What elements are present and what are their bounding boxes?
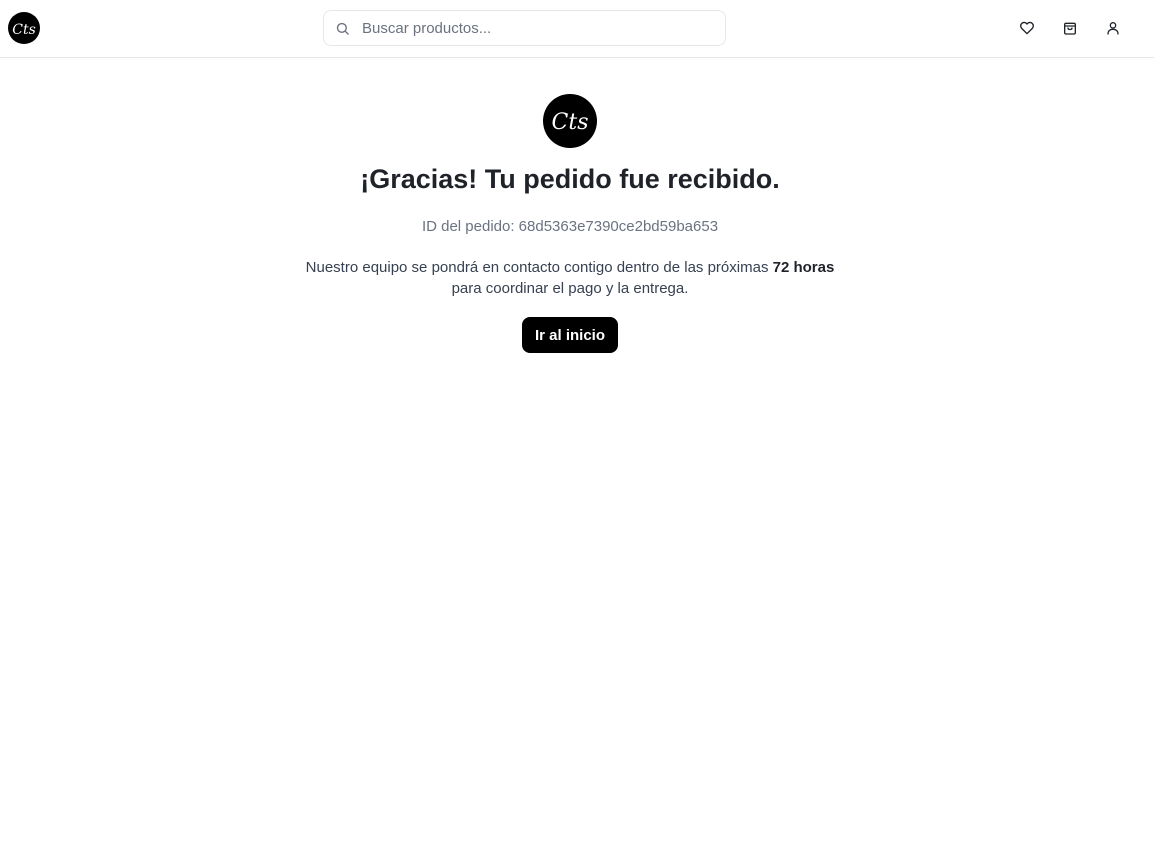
shopping-bag-icon (1064, 22, 1076, 35)
message-highlight: 72 horas (772, 259, 835, 276)
cart-button[interactable] (1059, 17, 1081, 39)
brand-logo-large: Cts (543, 94, 597, 148)
page-title: ¡Gracias! Tu pedido fue recibido. (360, 164, 780, 194)
search-icon (334, 20, 350, 36)
contact-message: Nuestro equipo se pondrá en contacto con… (270, 257, 870, 299)
order-id: ID del pedido: 68d5363e7390ce2bd59ba653 (421, 218, 719, 235)
search-bar[interactable] (323, 10, 726, 46)
logo-icon: Cts (12, 22, 36, 38)
account-button[interactable] (1102, 17, 1124, 39)
message-text: Nuestro equipo se pondrá en contacto con… (305, 259, 769, 276)
message-text-continued: para coordinar el pago y la entrega. (451, 280, 689, 297)
svg-text:Cts: Cts (552, 110, 589, 135)
heart-icon (1020, 21, 1034, 35)
brand-logo[interactable]: Cts (8, 12, 40, 44)
go-home-button[interactable]: Ir al inicio (522, 317, 618, 353)
svg-text:Cts: Cts (12, 22, 36, 38)
search-input[interactable] (360, 13, 710, 43)
user-icon (1107, 22, 1119, 35)
wishlist-button[interactable] (1016, 17, 1038, 39)
logo-icon: Cts (552, 110, 589, 135)
top-header: Cts (0, 0, 1154, 58)
